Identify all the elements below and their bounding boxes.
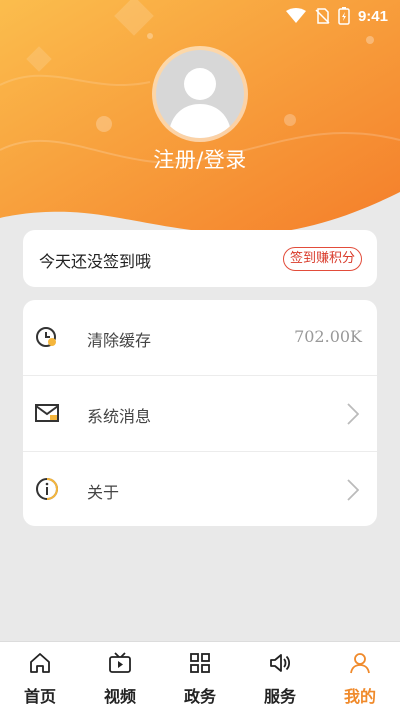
cache-size-value: 702.00K bbox=[294, 327, 362, 346]
tab-label: 首页 bbox=[23, 687, 56, 706]
tab-label: 视频 bbox=[103, 687, 136, 706]
clock-clean-icon bbox=[36, 327, 56, 347]
signin-button[interactable]: 签到赚积分 bbox=[282, 247, 362, 271]
profile-header: 9:41 注册/登录 bbox=[0, 0, 400, 250]
tab-services[interactable]: 服务 bbox=[240, 642, 320, 712]
battery-charging-icon bbox=[338, 7, 350, 25]
person-icon bbox=[350, 653, 370, 674]
video-icon bbox=[109, 652, 131, 673]
avatar[interactable] bbox=[156, 50, 244, 138]
speaker-icon bbox=[270, 654, 291, 672]
menu-item-label: 系统消息 bbox=[87, 407, 152, 426]
no-sim-icon bbox=[315, 8, 330, 24]
menu-item-about[interactable]: 关于 bbox=[23, 451, 377, 527]
tab-video[interactable]: 视频 bbox=[80, 642, 160, 712]
tab-label: 我的 bbox=[343, 687, 376, 706]
settings-menu: 清除缓存 702.00K 系统消息 关于 bbox=[23, 300, 377, 526]
tab-government[interactable]: 政务 bbox=[160, 642, 240, 712]
tab-label: 政务 bbox=[183, 687, 216, 706]
menu-item-label: 清除缓存 bbox=[87, 331, 152, 350]
home-icon bbox=[30, 653, 50, 673]
register-login-link[interactable]: 注册/登录 bbox=[0, 144, 400, 174]
chevron-right-icon bbox=[347, 479, 359, 501]
signin-status-text: 今天还没签到哦 bbox=[39, 252, 152, 271]
bottom-tab-bar: 首页 视频 政务 服务 我的 bbox=[0, 641, 400, 712]
chevron-right-icon bbox=[347, 403, 359, 425]
clock-time: 9:41 bbox=[357, 7, 388, 25]
tab-label: 服务 bbox=[263, 687, 296, 706]
tab-home[interactable]: 首页 bbox=[0, 642, 80, 712]
menu-item-label: 关于 bbox=[87, 483, 120, 502]
menu-item-system-messages[interactable]: 系统消息 bbox=[23, 375, 377, 451]
default-avatar-icon bbox=[168, 68, 232, 138]
signin-card: 今天还没签到哦 签到赚积分 bbox=[23, 230, 377, 287]
wifi-icon bbox=[285, 8, 306, 23]
info-icon bbox=[36, 478, 58, 500]
grid-icon bbox=[190, 653, 210, 673]
tab-mine[interactable]: 我的 bbox=[320, 642, 400, 712]
menu-item-clear-cache[interactable]: 清除缓存 702.00K bbox=[23, 300, 377, 375]
envelope-icon bbox=[35, 404, 59, 422]
status-bar: 9:41 bbox=[0, 0, 400, 32]
